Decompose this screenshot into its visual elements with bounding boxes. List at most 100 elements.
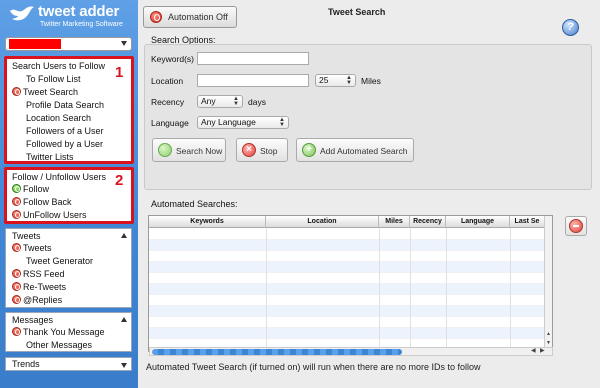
stepper-arrows-icon: ▲ ▼ bbox=[279, 117, 285, 128]
scroll-up-icon[interactable]: ▲ bbox=[545, 331, 552, 337]
table-row[interactable] bbox=[149, 328, 547, 339]
column-header-miles[interactable]: Miles bbox=[379, 216, 410, 228]
stop-button[interactable]: × Stop bbox=[236, 138, 288, 162]
horizontal-scrollbar[interactable]: ◀ ▶ bbox=[149, 347, 553, 356]
column-divider bbox=[510, 228, 511, 348]
sidebar-item-other-messages[interactable]: Other Messages bbox=[26, 339, 92, 351]
language-select[interactable]: Any Language ▲ ▼ bbox=[197, 116, 289, 129]
sidebar-item-tweet-generator[interactable]: Tweet Generator bbox=[26, 255, 93, 267]
scrollbar-thumb[interactable] bbox=[152, 349, 402, 355]
search-options-panel: Keyword(s) Location 25 ▲ ▼ Miles Recency … bbox=[144, 44, 592, 190]
section-header-messages[interactable]: Messages bbox=[12, 314, 53, 326]
scroll-right-icon[interactable]: ▶ bbox=[540, 348, 545, 355]
account-name-redacted bbox=[9, 39, 61, 49]
page-title: Tweet Search bbox=[328, 7, 386, 17]
logo-name: tweet adder bbox=[38, 3, 120, 20]
help-icon[interactable]: ? bbox=[562, 19, 579, 36]
expand-arrow-icon[interactable] bbox=[121, 363, 127, 368]
automation-toggle-button[interactable]: Automation Off bbox=[143, 6, 237, 28]
power-off-icon bbox=[12, 243, 21, 252]
miles-label: Miles bbox=[361, 76, 381, 86]
table-row[interactable] bbox=[149, 240, 547, 251]
keywords-input[interactable] bbox=[197, 52, 309, 65]
sidebar-item-thank-you-message[interactable]: Thank You Message bbox=[12, 326, 105, 338]
top-bar: Automation Off Tweet Search ? bbox=[138, 0, 600, 36]
section-header-trends[interactable]: Trends bbox=[12, 358, 40, 370]
account-selector[interactable] bbox=[5, 37, 132, 51]
table-row[interactable] bbox=[149, 229, 547, 240]
sidebar-item-label: @Replies bbox=[23, 295, 63, 305]
section-header-tweets[interactable]: Tweets bbox=[12, 230, 41, 242]
annotation-number-2: 2 bbox=[115, 172, 124, 189]
column-header-location[interactable]: Location bbox=[266, 216, 379, 228]
automated-searches-label: Automated Searches: bbox=[151, 199, 238, 209]
language-label: Language bbox=[151, 118, 189, 128]
table-row[interactable] bbox=[149, 273, 547, 284]
location-input[interactable] bbox=[197, 74, 309, 87]
table-row[interactable] bbox=[149, 306, 547, 317]
stop-label: Stop bbox=[260, 146, 278, 156]
recency-label: Recency bbox=[151, 97, 185, 107]
column-header-keywords[interactable]: Keywords bbox=[149, 216, 266, 228]
sidebar-item-re-tweets[interactable]: Re-Tweets bbox=[12, 281, 66, 293]
column-divider bbox=[446, 228, 447, 348]
power-off-icon bbox=[150, 11, 162, 23]
stepper-arrows-icon: ▲ ▼ bbox=[233, 96, 239, 107]
column-header-language[interactable]: Language bbox=[446, 216, 510, 228]
power-off-icon bbox=[12, 269, 21, 278]
recency-unit: days bbox=[248, 97, 266, 107]
sidebar-item-label: Tweets bbox=[23, 243, 52, 253]
annotation-number-1: 1 bbox=[115, 64, 124, 81]
automated-searches-table[interactable]: Keywords Location Miles Recency Language… bbox=[148, 215, 553, 352]
scroll-left-icon[interactable]: ◀ bbox=[531, 348, 536, 355]
add-automated-search-label: Add Automated Search bbox=[320, 146, 408, 156]
sidebar-item-label: RSS Feed bbox=[23, 269, 65, 279]
search-now-label: Search Now bbox=[176, 146, 223, 156]
sidebar: tweet adder Twitter Marketing Software S… bbox=[0, 0, 138, 388]
panel-messages: Messages Thank You Message Other Message… bbox=[5, 312, 132, 352]
power-off-icon bbox=[12, 295, 21, 304]
remove-search-button[interactable] bbox=[565, 216, 587, 236]
add-icon: + bbox=[302, 143, 316, 157]
sidebar-item-label: Re-Tweets bbox=[23, 282, 67, 292]
bird-logo-icon bbox=[10, 6, 34, 21]
status-text: Automated Tweet Search (if turned on) wi… bbox=[146, 362, 481, 372]
search-icon bbox=[158, 143, 172, 157]
sidebar-item-rss-feed[interactable]: RSS Feed bbox=[12, 268, 65, 280]
add-automated-search-button[interactable]: + Add Automated Search bbox=[296, 138, 414, 162]
minus-icon bbox=[569, 219, 583, 233]
table-row[interactable] bbox=[149, 251, 547, 262]
stop-icon: × bbox=[242, 143, 256, 157]
power-off-icon bbox=[12, 282, 21, 291]
search-now-button[interactable]: Search Now bbox=[152, 138, 226, 162]
sidebar-item-label: Thank You Message bbox=[23, 327, 105, 337]
recency-select[interactable]: Any ▲ ▼ bbox=[197, 95, 243, 108]
automation-label: Automation Off bbox=[168, 12, 228, 22]
miles-select[interactable]: 25 ▲ ▼ bbox=[315, 74, 356, 87]
column-divider bbox=[379, 228, 380, 348]
table-header: Keywords Location Miles Recency Language… bbox=[149, 216, 549, 228]
collapse-arrow-icon[interactable] bbox=[121, 233, 127, 238]
vertical-scrollbar[interactable]: ▲ ▼ bbox=[544, 216, 552, 351]
panel-tweets: Tweets Tweets Tweet Generator RSS Feed R… bbox=[5, 228, 132, 308]
table-row[interactable] bbox=[149, 284, 547, 295]
panel-trends: Trends bbox=[5, 357, 132, 371]
collapse-arrow-icon[interactable] bbox=[121, 317, 127, 322]
recency-value: Any bbox=[201, 96, 216, 106]
language-value: Any Language bbox=[201, 117, 256, 127]
sidebar-item-tweets[interactable]: Tweets bbox=[12, 242, 52, 254]
sidebar-item-replies[interactable]: @Replies bbox=[12, 294, 62, 306]
chevron-down-icon bbox=[121, 41, 127, 46]
table-row[interactable] bbox=[149, 262, 547, 273]
table-row[interactable] bbox=[149, 317, 547, 328]
app-logo: tweet adder Twitter Marketing Software bbox=[8, 3, 136, 33]
stepper-arrows-icon: ▲ ▼ bbox=[346, 75, 352, 86]
miles-value: 25 bbox=[319, 75, 329, 85]
keywords-label: Keyword(s) bbox=[151, 54, 194, 64]
column-header-last-searched[interactable]: Last Se bbox=[510, 216, 545, 228]
table-row[interactable] bbox=[149, 295, 547, 306]
scroll-down-icon[interactable]: ▼ bbox=[545, 340, 552, 346]
power-off-icon bbox=[12, 327, 21, 336]
column-divider bbox=[410, 228, 411, 348]
column-header-recency[interactable]: Recency bbox=[410, 216, 446, 228]
